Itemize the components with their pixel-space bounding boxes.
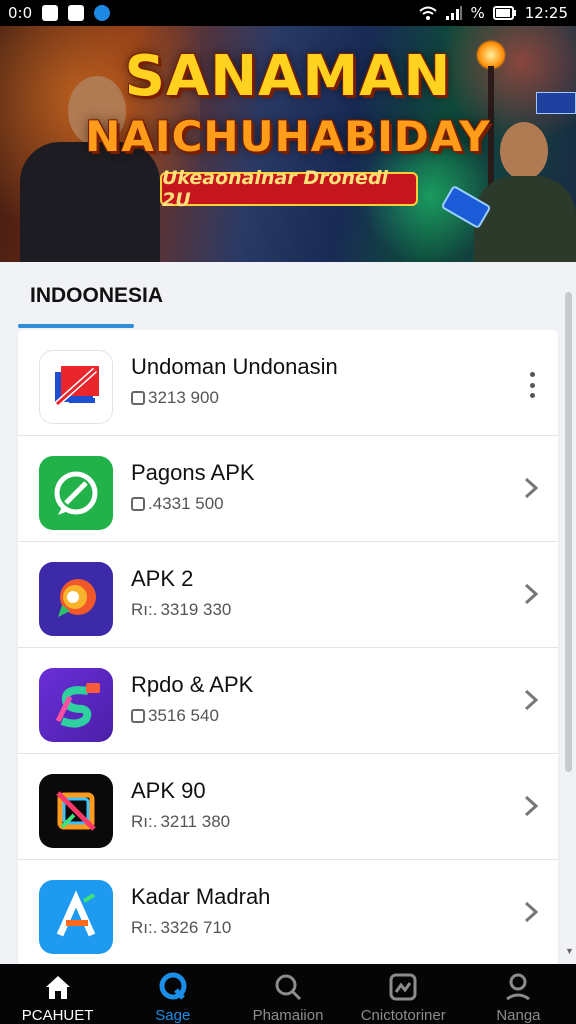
banner-ribbon: Ukeaonainar Dronedl 2U [160,167,418,211]
list-item[interactable]: APK 90 Rı:. 3211 380 [18,754,558,860]
app-meta: 3213 900 [131,388,219,408]
chevron-right-icon[interactable] [522,900,540,924]
list-item[interactable]: Pagons APK .4331 500 [18,436,558,542]
app-name: APK 2 [131,566,194,591]
photo-box-icon [388,972,418,1002]
nav-item-home[interactable]: PCAHUET [0,964,115,1024]
section-title: INDOONESIA [30,284,164,307]
bottom-navigation: PCAHUET Sage Phamaiion Cnictotoriner Nan… [0,964,576,1024]
signal-icon [445,6,462,20]
nav-label: Phamaiion [252,1007,324,1024]
status-clock: 12:25 [524,4,568,22]
battery-percent: % [470,4,485,22]
nav-label: Nanga [496,1007,541,1024]
app-icon [94,5,111,21]
section-tab-indicator [18,324,134,328]
chat-bubble-app-icon [39,562,113,636]
photo-icon [68,5,85,21]
blue-q-icon [158,972,188,1002]
app-meta: Rı:. 3326 710 [131,918,232,937]
list-item[interactable]: APK 2 Rı:. 3319 330 [18,542,558,648]
nav-item-sage[interactable]: Sage [115,964,230,1024]
banner-title: SANAMAN [124,44,452,109]
home-icon [43,972,73,1002]
app-name: Rpdo & APK [131,672,254,697]
status-bar: 0:0 % 12:25 [0,0,576,26]
app-list: Undoman Undonasin 3213 900 Pagons APK .4… [18,330,558,966]
flag-app-icon [39,350,113,424]
app-meta: Rı:. 3211 380 [131,812,231,831]
status-time: 0:0 [8,4,33,22]
banner-subtitle: NAICHUHABIDAY [85,112,491,161]
scroll-down-arrow[interactable]: ▼ [565,946,574,956]
search-icon [273,972,303,1002]
app-name: Kadar Madrah [131,884,271,909]
app-name: Pagons APK [131,460,255,485]
battery-icon [492,6,516,20]
letter-s-app-icon [39,668,113,742]
promo-banner[interactable]: SANAMAN NAICHUHABIDAY Ukeaonainar Droned… [0,26,576,262]
app-meta: Rı:. 3319 330 [131,600,232,619]
whatsapp-style-icon [39,456,113,530]
chevron-right-icon[interactable] [522,794,540,818]
app-meta: 3516 540 [131,706,219,726]
nav-label: PCAHUET [21,1007,94,1024]
wifi-icon [418,6,437,20]
chevron-right-icon[interactable] [522,688,540,712]
camera-icon [131,497,145,511]
list-item[interactable]: Rpdo & APK 3516 540 [18,648,558,754]
profile-icon [503,972,533,1002]
nav-label: Sage [155,1007,191,1024]
camera-icon [131,391,145,405]
app-name: Undoman Undonasin [131,354,338,379]
scrollbar[interactable] [565,292,572,772]
chevron-right-icon[interactable] [522,582,540,606]
list-item[interactable]: Undoman Undonasin 3213 900 [18,330,558,436]
letter-a-app-icon [39,880,113,954]
more-icon[interactable] [528,372,536,398]
nav-item-gallery[interactable]: Cnictotoriner [346,964,461,1024]
app-name: APK 90 [131,778,206,803]
nav-item-search[interactable]: Phamaiion [230,964,345,1024]
list-item[interactable]: Kadar Madrah Rı:. 3326 710 [18,860,558,966]
app-section: INDOONESIA Undoman Undonasin 3213 900 Pa… [0,262,576,966]
square-x-app-icon [39,774,113,848]
app-meta: .4331 500 [131,494,224,514]
chevron-right-icon[interactable] [522,476,540,500]
nav-item-profile[interactable]: Nanga [461,964,576,1024]
nav-label: Cnictotoriner [360,1007,446,1024]
notification-icon [42,5,59,21]
camera-icon [131,709,145,723]
